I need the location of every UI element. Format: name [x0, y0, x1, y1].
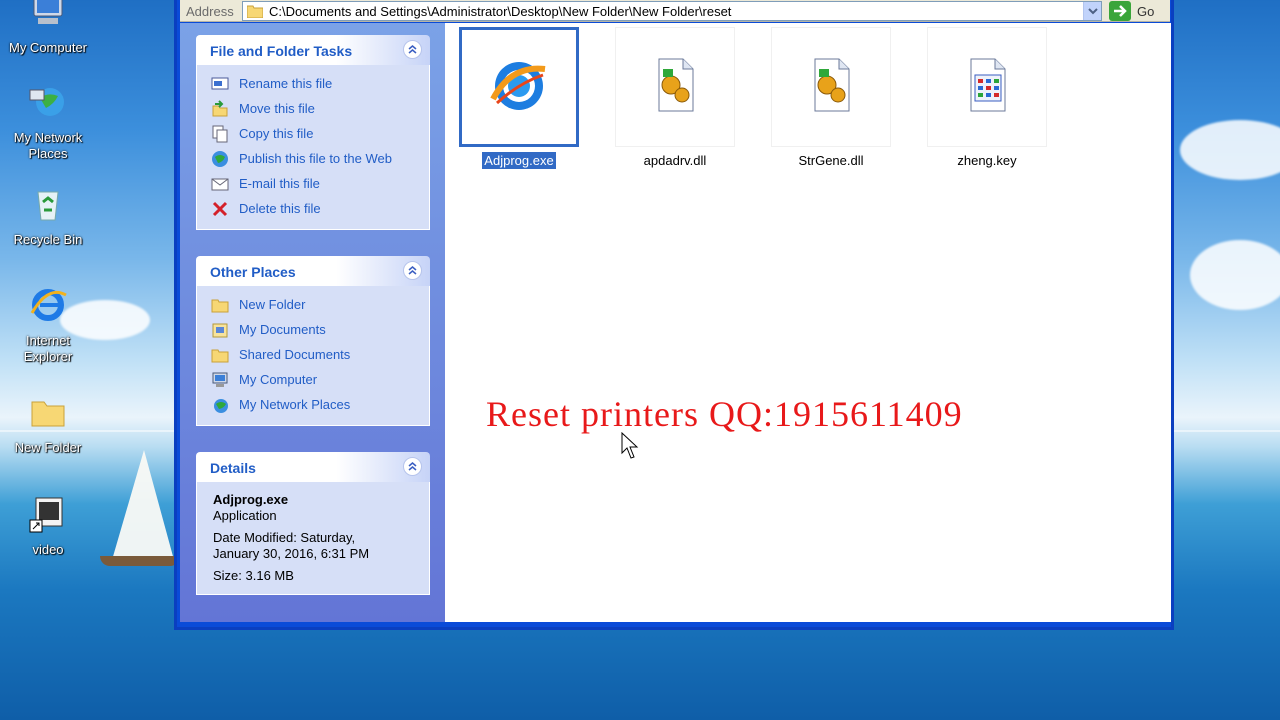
address-label: Address [186, 4, 234, 19]
desktop-cloud [1180, 120, 1280, 180]
details-date-modified-cont: January 30, 2016, 6:31 PM [213, 546, 370, 561]
address-bar: Address C:\Documents and Settings\Admini… [180, 0, 1170, 22]
folder-icon [247, 5, 263, 18]
task-rename-file[interactable]: Rename this file [211, 71, 429, 96]
chevron-up-icon [408, 266, 417, 275]
address-input[interactable]: C:\Documents and Settings\Administrator\… [242, 1, 1102, 21]
dll-file-icon [658, 58, 694, 112]
file-tasks-list: Rename this file Move this file Copy thi… [196, 65, 430, 230]
task-publish-web[interactable]: Publish this file to the Web [211, 146, 429, 171]
file-tasks-panel: File and Folder Tasks Rename this file M… [196, 35, 430, 230]
delete-icon [212, 201, 228, 217]
publish-web-icon [212, 151, 228, 167]
desktop-icon-new-folder[interactable]: New Folder [0, 392, 96, 456]
details-body: Adjprog.exe Application Date Modified: S… [196, 482, 430, 595]
key-file-icon [970, 58, 1006, 112]
file-name: StrGene.dll [798, 153, 864, 168]
collapse-button[interactable] [403, 261, 422, 280]
collapse-button[interactable] [403, 457, 422, 476]
place-my-documents[interactable]: My Documents [211, 317, 429, 342]
place-my-computer[interactable]: My Computer [211, 367, 429, 392]
sailboat-sail [112, 450, 174, 560]
watermark-overlay-text: Reset printers QQ:1915611409 [486, 394, 963, 434]
place-network-places[interactable]: My Network Places [211, 392, 429, 417]
details-file-type: Application [213, 508, 277, 523]
go-label: Go [1137, 4, 1155, 19]
sailboat-hull [100, 556, 180, 566]
chevron-up-icon [408, 45, 417, 54]
file-name: zheng.key [957, 153, 1017, 168]
panel-title: Other Places [210, 264, 296, 280]
desktop-icon-video[interactable]: video [0, 494, 96, 558]
network-places-icon [29, 88, 64, 116]
desktop-icon-network-places[interactable]: My Network Places [0, 82, 96, 162]
my-documents-icon [212, 323, 228, 338]
desktop-cloud [1190, 240, 1280, 310]
my-computer-icon [33, 0, 63, 24]
file-tasks-header[interactable]: File and Folder Tasks [196, 35, 430, 65]
details-header[interactable]: Details [196, 452, 430, 482]
details-size: Size: 3.16 MB [213, 568, 294, 583]
chevron-down-icon [1088, 8, 1098, 15]
other-places-list: New Folder My Documents Shared Documents… [196, 286, 430, 426]
desktop-icon-my-computer[interactable]: My Computer [0, 0, 96, 56]
place-shared-documents[interactable]: Shared Documents [211, 342, 429, 367]
shared-folder-icon [211, 349, 229, 363]
mouse-pointer-icon [621, 432, 639, 459]
go-button[interactable]: Go [1107, 1, 1167, 21]
task-pane: File and Folder Tasks Rename this file M… [180, 23, 445, 622]
folder-icon [31, 401, 65, 427]
move-icon [212, 100, 228, 117]
network-places-icon [214, 399, 228, 413]
place-new-folder[interactable]: New Folder [211, 292, 429, 317]
address-path: C:\Documents and Settings\Administrator\… [269, 4, 732, 19]
internet-explorer-icon [30, 289, 67, 321]
my-computer-icon [212, 372, 228, 387]
rename-icon [211, 77, 229, 90]
copy-icon [212, 125, 228, 143]
video-shortcut-icon [29, 497, 63, 533]
email-icon [211, 178, 229, 191]
desktop-icon-recycle-bin[interactable]: Recycle Bin [0, 184, 96, 248]
dll-file-icon [814, 58, 850, 112]
address-dropdown-button[interactable] [1083, 2, 1101, 20]
explorer-window: Address C:\Documents and Settings\Admini… [174, 0, 1174, 630]
file-name: apdadrv.dll [643, 153, 707, 168]
details-file-name: Adjprog.exe [213, 492, 289, 507]
other-places-panel: Other Places New Folder My Documents Sha… [196, 256, 430, 426]
panel-title: File and Folder Tasks [210, 43, 353, 59]
details-date-modified: Date Modified: Saturday, [213, 530, 356, 545]
task-email-file[interactable]: E-mail this file [211, 171, 429, 196]
file-name: Adjprog.exe [482, 152, 556, 169]
other-places-header[interactable]: Other Places [196, 256, 430, 286]
recycle-bin-icon [37, 191, 59, 221]
exe-app-icon [490, 62, 546, 110]
task-move-file[interactable]: Move this file [211, 96, 429, 121]
task-copy-file[interactable]: Copy this file [211, 121, 429, 146]
chevron-up-icon [408, 462, 417, 471]
file-view: Adjprog.exe apdadrv.dll StrGene.dll zhen… [445, 23, 1171, 622]
folder-icon [211, 299, 229, 313]
desktop-icon-internet-explorer[interactable]: Internet Explorer [0, 285, 96, 365]
go-arrow-icon [1109, 1, 1131, 21]
panel-title: Details [210, 460, 256, 476]
collapse-button[interactable] [403, 40, 422, 59]
details-panel: Details Adjprog.exe Application Date Mod… [196, 452, 430, 595]
task-delete-file[interactable]: Delete this file [211, 196, 429, 221]
